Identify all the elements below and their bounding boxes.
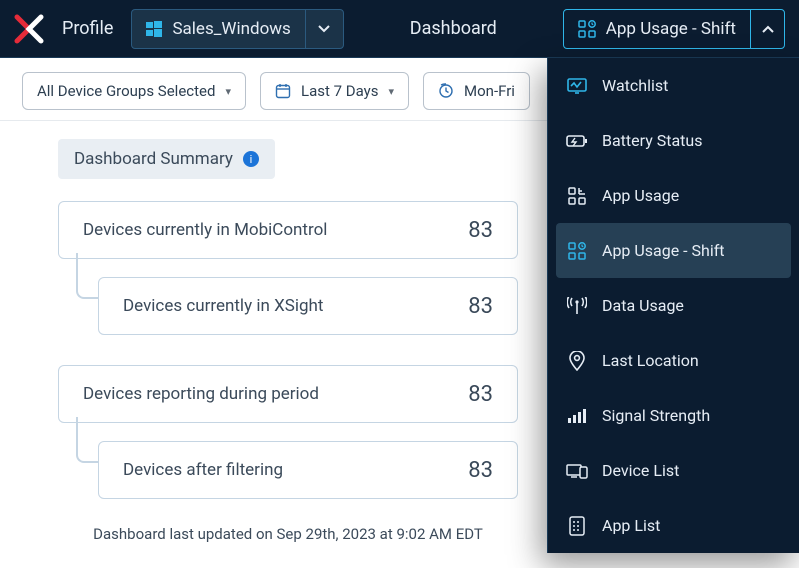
calendar-icon [275, 83, 291, 99]
menu-label: Signal Strength [602, 406, 710, 425]
summary-title: Dashboard Summary [74, 149, 233, 169]
menu-label: Data Usage [602, 296, 684, 315]
last-updated-text: Dashboard last updated on Sep 29th, 2023… [58, 525, 518, 543]
windows-icon [146, 21, 162, 37]
menu-item-lastlocation[interactable]: Last Location [548, 333, 799, 388]
connector-line [76, 417, 98, 463]
chevron-down-icon: ▾ [388, 85, 394, 98]
battery-icon [566, 134, 588, 148]
filter-date-range[interactable]: Last 7 Days ▾ [260, 72, 409, 110]
chevron-down-icon: ▾ [225, 85, 231, 98]
filter-range-label: Last 7 Days [301, 82, 379, 100]
card-devices-xsight: Devices currently in XSight 83 [98, 277, 518, 335]
card-label: Devices currently in XSight [123, 296, 323, 316]
menu-item-applist[interactable]: App List [548, 498, 799, 553]
profile-caret[interactable] [305, 9, 343, 49]
location-pin-icon [566, 351, 588, 371]
devices-icon [566, 463, 588, 479]
antenna-icon [566, 297, 588, 315]
connector-line [76, 253, 98, 299]
profile-dropdown[interactable]: Sales_Windows [131, 9, 343, 49]
info-icon[interactable]: i [243, 151, 259, 167]
grid-icon [566, 187, 588, 205]
grid-clock-icon [566, 242, 588, 260]
card-value: 83 [468, 458, 493, 483]
clock-icon [438, 83, 454, 99]
grid-clock-icon [578, 20, 596, 38]
signal-bars-icon [566, 408, 588, 424]
menu-label: App Usage [602, 186, 679, 205]
top-nav: Profile Sales_Windows Dashboard App Usag… [0, 0, 799, 58]
dashboard-dropdown[interactable]: App Usage - Shift [563, 9, 785, 49]
card-label: Devices after filtering [123, 460, 283, 480]
card-devices-reporting: Devices reporting during period 83 [58, 365, 518, 423]
summary-chip: Dashboard Summary i [58, 139, 275, 179]
filter-groups-label: All Device Groups Selected [37, 82, 215, 100]
app-list-icon [566, 516, 588, 536]
watchlist-icon [566, 77, 588, 95]
menu-label: Last Location [602, 351, 699, 370]
brand-logo [14, 14, 44, 44]
filter-schedule-label: Mon-Fri [464, 82, 515, 100]
dashboard-caret[interactable] [750, 9, 784, 49]
menu-label: Watchlist [602, 76, 668, 95]
menu-item-devicelist[interactable]: Device List [548, 443, 799, 498]
dashboard-menu: Watchlist Battery Status App Usage App U… [547, 58, 799, 553]
menu-label: Battery Status [602, 131, 702, 150]
menu-item-signal[interactable]: Signal Strength [548, 388, 799, 443]
menu-label: Device List [602, 461, 679, 480]
menu-label: App Usage - Shift [602, 241, 725, 260]
card-devices-mobicontrol: Devices currently in MobiControl 83 [58, 201, 518, 259]
dashboard-label: Dashboard [410, 18, 497, 39]
menu-item-battery[interactable]: Battery Status [548, 113, 799, 168]
menu-item-datausage[interactable]: Data Usage [548, 278, 799, 333]
card-value: 83 [468, 218, 493, 243]
card-devices-filtered: Devices after filtering 83 [98, 441, 518, 499]
menu-item-appusage[interactable]: App Usage [548, 168, 799, 223]
menu-item-appusage-shift[interactable]: App Usage - Shift [556, 223, 791, 278]
dashboard-value: App Usage - Shift [606, 19, 736, 39]
profile-label: Profile [62, 18, 113, 39]
card-label: Devices currently in MobiControl [83, 220, 327, 240]
profile-value: Sales_Windows [172, 19, 290, 39]
menu-item-watchlist[interactable]: Watchlist [548, 58, 799, 113]
card-label: Devices reporting during period [83, 384, 319, 404]
card-value: 83 [468, 294, 493, 319]
filter-schedule[interactable]: Mon-Fri [423, 72, 530, 110]
card-value: 83 [468, 382, 493, 407]
menu-label: App List [602, 516, 660, 535]
filter-device-groups[interactable]: All Device Groups Selected ▾ [22, 72, 246, 110]
